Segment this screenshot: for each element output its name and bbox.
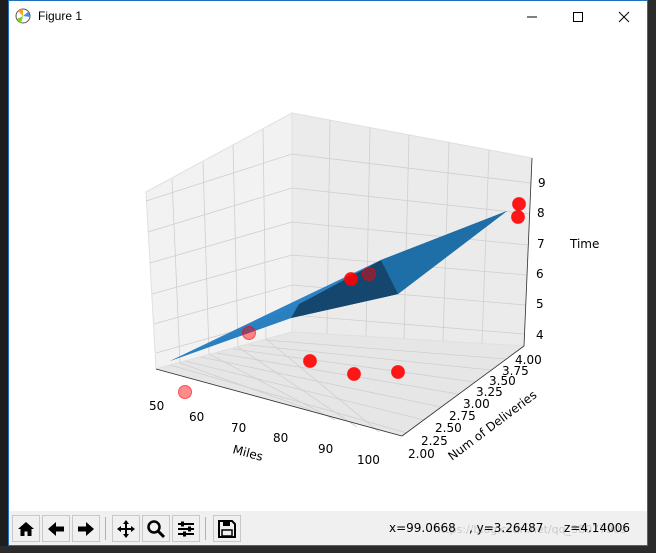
data-point: [391, 365, 405, 379]
navigation-toolbar: https://blog.csdn.net/qq_38077909 x=99.0…: [9, 511, 647, 545]
home-icon: [18, 521, 34, 536]
y-tick-label: 4.00: [515, 353, 542, 367]
zoom-icon: [147, 519, 166, 538]
home-button[interactable]: [12, 515, 40, 542]
y-tick-label: 2.25: [421, 434, 448, 448]
save-icon: [218, 519, 236, 538]
back-right-pane: [291, 112, 533, 347]
back-icon: [48, 521, 64, 536]
data-point: [242, 326, 256, 340]
x-tick-label: 90: [318, 442, 333, 456]
data-point: [362, 267, 376, 281]
configure-subplots-button[interactable]: [172, 515, 200, 542]
maximize-button[interactable]: [555, 1, 601, 32]
z-tick-label: 6: [536, 267, 544, 281]
toolbar-separator: [105, 517, 106, 540]
data-point: [347, 367, 361, 381]
coord-y-readout: , y=3.26487: [469, 521, 544, 535]
data-point: [512, 197, 526, 211]
toolbar-separator: [205, 517, 206, 540]
y-tick-label: 2.00: [408, 447, 435, 461]
coord-z-readout: z=4.14006: [564, 521, 630, 535]
y-tick-label: 2.75: [449, 409, 476, 423]
x-tick-label: 50: [149, 399, 164, 413]
data-point: [344, 272, 358, 286]
y-tick-label: 3.00: [463, 397, 490, 411]
z-tick-label: 7: [537, 237, 545, 251]
z-axis-label: Time: [569, 237, 599, 251]
window-title: Figure 1: [38, 9, 83, 23]
z-tick-label: 5: [536, 297, 544, 311]
z-tick-label: 4: [536, 328, 544, 342]
data-point: [511, 210, 525, 224]
data-point: [303, 354, 317, 368]
z-tick-label: 9: [538, 176, 546, 190]
close-icon: [618, 11, 630, 22]
maximize-icon: [573, 11, 583, 22]
figure-window: Figure 1 50 60 70 80 90 100 Miles 2.00 2…: [8, 0, 648, 546]
data-point: [178, 385, 192, 399]
save-button[interactable]: [213, 515, 241, 542]
z-axis-ticks: 4 5 6 7 8 9: [536, 176, 546, 342]
background-editor-bottom: [0, 546, 656, 553]
minimize-icon: [527, 16, 537, 17]
pan-button[interactable]: [112, 515, 140, 542]
background-editor-strip: [0, 0, 8, 553]
back-left-pane: [145, 112, 293, 370]
configure-subplots-icon: [178, 521, 194, 536]
close-button[interactable]: [601, 1, 647, 32]
back-button[interactable]: [42, 515, 70, 542]
minimize-button[interactable]: [509, 1, 555, 32]
title-bar[interactable]: Figure 1: [9, 1, 647, 32]
forward-icon: [78, 521, 94, 536]
x-tick-label: 100: [357, 453, 380, 467]
coord-x-readout: x=99.0668: [389, 521, 456, 535]
z-tick-label: 8: [537, 206, 545, 220]
x-axis-label: Miles: [231, 442, 264, 463]
forward-button[interactable]: [72, 515, 100, 542]
3d-plot[interactable]: 50 60 70 80 90 100 Miles 2.00 2.25 2.50 …: [9, 32, 647, 511]
y-tick-label: 2.50: [435, 421, 462, 435]
figure-canvas[interactable]: 50 60 70 80 90 100 Miles 2.00 2.25 2.50 …: [9, 32, 647, 511]
matplotlib-app-icon: [15, 8, 31, 24]
pan-icon: [117, 519, 135, 538]
zoom-button[interactable]: [142, 515, 170, 542]
x-tick-label: 80: [273, 431, 288, 445]
x-tick-label: 70: [231, 421, 246, 435]
x-tick-label: 60: [189, 410, 204, 424]
